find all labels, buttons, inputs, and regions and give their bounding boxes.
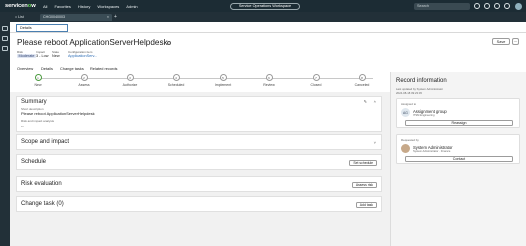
tab-record[interactable]: CHG0040003 ×: [40, 13, 112, 21]
nav-workspaces[interactable]: Workspaces: [97, 4, 119, 9]
change-task-title: Change task (0): [21, 201, 64, 207]
requested-label: Requested by: [401, 138, 419, 142]
stage-new[interactable]: 1 New: [18, 72, 58, 87]
meta-ci-link[interactable]: ApplicationServ...: [68, 54, 97, 58]
more-button[interactable]: ⋯: [512, 38, 519, 45]
risk-panel: Risk evaluation Assess risk: [16, 176, 382, 192]
user-avatar[interactable]: [515, 2, 522, 10]
scope-title: Scope and impact: [21, 139, 70, 145]
tab-list[interactable]: ⌂ List: [12, 14, 38, 22]
stage-closed[interactable]: 7 Closed: [296, 72, 336, 87]
settings-icon[interactable]: [504, 3, 510, 9]
change-task-panel: Change task (0) Add task: [16, 196, 382, 212]
details-dropdown[interactable]: Details: [16, 23, 68, 32]
schedule-panel: Schedule Set schedule: [16, 154, 382, 170]
risk-analysis-value: --: [21, 123, 24, 128]
stage-implement[interactable]: 5 Implement: [203, 72, 243, 87]
grid-icon[interactable]: [2, 46, 8, 51]
tab-change-tasks[interactable]: Change tasks: [60, 66, 84, 71]
add-tab-icon[interactable]: +: [114, 14, 117, 20]
bell-icon[interactable]: [484, 3, 490, 9]
risk-analysis-label: Risk and impact analysis: [21, 119, 55, 123]
scope-panel[interactable]: Scope and impact ˅: [16, 134, 382, 150]
contact-button[interactable]: Contact: [405, 156, 513, 162]
tab-details[interactable]: Details: [41, 66, 53, 71]
info-icon[interactable]: [167, 41, 171, 45]
edit-icon[interactable]: ✎: [364, 99, 367, 104]
meta-impact-value: 3 - Low: [36, 54, 49, 58]
stage-canceled[interactable]: 8 Canceled: [342, 72, 382, 87]
tab-related-records[interactable]: Related records: [90, 66, 117, 71]
stage-scheduled[interactable]: 4 Scheduled: [156, 72, 196, 87]
group-avatar: AG: [401, 108, 410, 117]
stage-tracker: 1 New 2 Assess 3 Authorize 4 Scheduled 5 Impl…: [10, 72, 390, 92]
last-updated-date: 2024-08-18 09:23:45: [396, 91, 422, 95]
add-task-button[interactable]: Add task: [355, 202, 377, 208]
reassign-button[interactable]: Reassign: [405, 120, 513, 126]
servicenow-logo[interactable]: servicenow: [5, 3, 43, 9]
record-info-panel: Record information Last updated by Syste…: [390, 72, 526, 246]
short-desc-value: Please reboot ApplicationServerHelpdesk: [21, 111, 95, 116]
assess-risk-button[interactable]: Assess risk: [351, 182, 377, 188]
stage-assess[interactable]: 2 Assess: [64, 72, 104, 87]
nav-favorites[interactable]: Favorites: [54, 4, 70, 9]
close-icon[interactable]: ×: [107, 15, 109, 19]
search-input[interactable]: Search: [414, 2, 470, 10]
nav-all[interactable]: All: [43, 4, 47, 9]
group-sub: ITSM Engineering: [413, 113, 435, 117]
nav-history[interactable]: History: [78, 4, 90, 9]
schedule-title: Schedule: [21, 159, 47, 165]
chevron-up-icon[interactable]: ˄: [374, 99, 376, 104]
stage-review[interactable]: 6 Review: [249, 72, 289, 87]
left-rail: [0, 22, 10, 246]
set-schedule-button[interactable]: Set schedule: [349, 160, 377, 166]
page-title: Please reboot ApplicationServerHelpdesk: [17, 38, 168, 47]
list-icon[interactable]: [2, 26, 8, 31]
requested-card: Requested by System Administrator System…: [396, 134, 520, 164]
nav-admin[interactable]: Admin: [126, 4, 137, 9]
requester-sub: System Administrator · Finance: [413, 149, 451, 153]
workspace-pill[interactable]: Service Operations Workspace: [230, 2, 300, 10]
summary-title: Summary: [21, 99, 47, 105]
record-info-title: Record information: [396, 78, 447, 84]
inbox-icon[interactable]: [2, 36, 8, 41]
summary-panel: Summary ✎ ˄ Short description Please reb…: [16, 96, 382, 132]
assigned-card: Assigned to AG Assignment group ITSM Eng…: [396, 98, 520, 128]
risk-title: Risk evaluation: [21, 181, 62, 187]
meta-state-value: New: [52, 54, 60, 58]
details-bar: Details: [10, 22, 526, 33]
globe-icon[interactable]: [474, 3, 480, 9]
meta-risk-value: Moderate: [17, 54, 37, 58]
top-nav: servicenow All Favorites History Workspa…: [0, 0, 526, 12]
chevron-down-icon[interactable]: ˅: [374, 140, 376, 145]
main-content: Summary ✎ ˄ Short description Please reb…: [10, 92, 390, 246]
requester-avatar: [401, 144, 410, 153]
help-icon[interactable]: [494, 3, 500, 9]
save-button[interactable]: Save: [492, 38, 510, 45]
stage-authorize[interactable]: 3 Authorize: [110, 72, 150, 87]
assigned-label: Assigned to: [401, 102, 417, 106]
workspace-tabs: ⌂ List CHG0040003 × +: [0, 12, 526, 22]
